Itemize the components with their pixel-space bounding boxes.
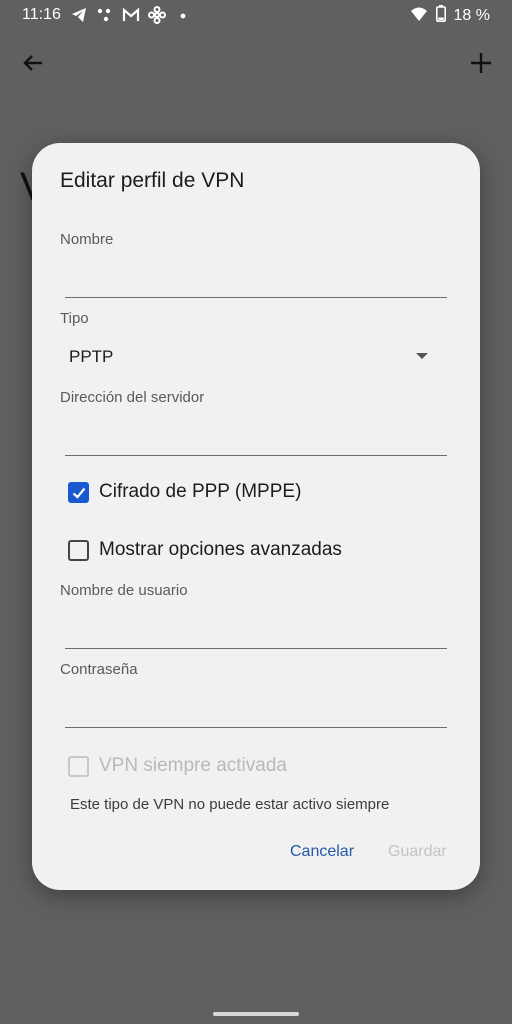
mppe-label: Cifrado de PPP (MPPE) (99, 481, 302, 502)
server-label: Dirección del servidor (60, 389, 205, 406)
add-vpn-button[interactable] (466, 48, 496, 78)
plus-icon (471, 53, 491, 73)
username-input[interactable] (65, 614, 447, 648)
server-input[interactable] (65, 421, 447, 455)
server-underline (65, 455, 447, 456)
always-on-label: VPN siempre activada (99, 755, 287, 776)
check-icon (72, 487, 86, 499)
always-on-note: Este tipo de VPN no puede estar activo s… (70, 796, 390, 813)
advanced-checkbox-row[interactable]: Mostrar opciones avanzadas (68, 539, 342, 561)
save-button: Guardar (388, 843, 447, 860)
battery-percent: 18 % (453, 6, 490, 24)
type-label: Tipo (60, 310, 89, 327)
password-underline (65, 727, 447, 728)
always-on-checkbox (68, 755, 89, 777)
dot-icon (174, 6, 192, 24)
password-input[interactable] (65, 693, 447, 727)
battery-icon (435, 5, 446, 26)
name-underline (65, 297, 447, 298)
dropdown-arrow-icon (416, 353, 428, 359)
dots-icon (96, 6, 114, 24)
status-right: 18 % (410, 5, 490, 26)
advanced-label: Mostrar opciones avanzadas (99, 539, 342, 560)
username-label: Nombre de usuario (60, 582, 188, 599)
name-input[interactable] (65, 263, 447, 297)
type-select-value: PPTP (69, 347, 114, 366)
back-button[interactable] (18, 48, 48, 78)
gesture-nav-handle[interactable] (213, 1012, 299, 1016)
username-underline (65, 648, 447, 649)
password-label: Contraseña (60, 661, 138, 678)
cancel-button[interactable]: Cancelar (290, 843, 354, 861)
pinwheel-icon (148, 6, 166, 24)
name-label: Nombre (60, 231, 114, 248)
wifi-icon (410, 6, 428, 26)
telegram-icon (70, 6, 88, 24)
edit-vpn-dialog: Editar perfil de VPN Nombre Tipo PPTP Di… (32, 143, 480, 890)
notification-icons (70, 6, 192, 24)
mppe-checkbox[interactable] (68, 481, 89, 503)
arrow-back-icon (23, 55, 42, 71)
status-time: 11:16 (22, 6, 61, 23)
status-bar: 11:16 18 % (0, 0, 512, 30)
dialog-title: Editar perfil de VPN (60, 169, 245, 192)
mppe-checkbox-row[interactable]: Cifrado de PPP (MPPE) (68, 481, 301, 503)
gmail-icon (122, 6, 140, 24)
always-on-checkbox-row: VPN siempre activada (68, 755, 287, 777)
advanced-checkbox[interactable] (68, 539, 89, 561)
